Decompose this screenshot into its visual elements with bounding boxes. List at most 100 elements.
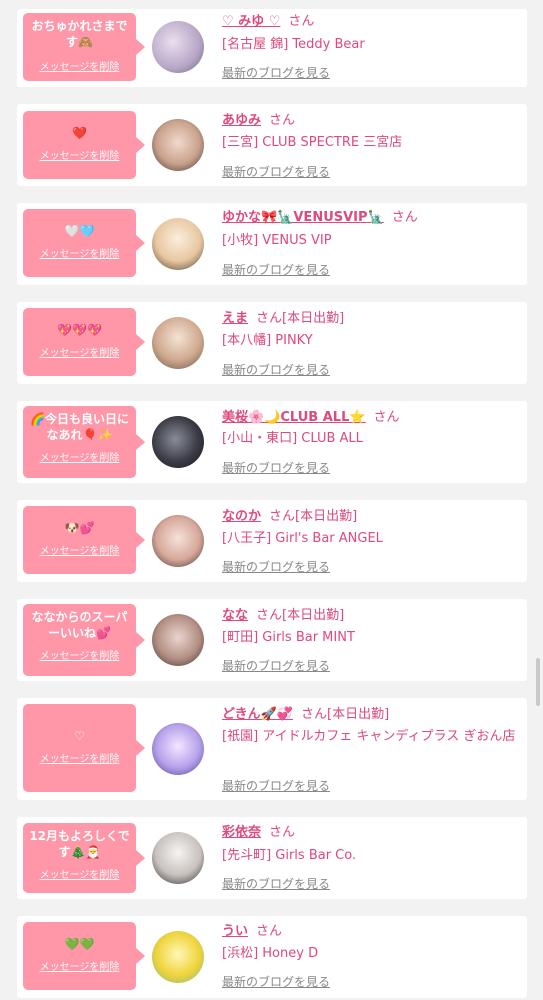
delete-message-button[interactable]: メッセージを削除 [23,958,136,973]
name-line: 美桜🌸🌙CLUB ALL⭐ さん [222,409,521,427]
latest-blog-link[interactable]: 最新のブログを見る [222,361,330,378]
san-label: さん [300,707,327,722]
message-card: 12月もよろしくです🎄🎅 メッセージを削除 彩依奈 さん [先斗町] Girls … [17,817,527,899]
message-text: ❤️ [72,126,87,140]
cast-name-link[interactable]: 彩依奈 [222,825,261,840]
message-bubble: 🤍🩵 メッセージを削除 [23,209,145,277]
message-card: 🐶💕 メッセージを削除 なのか さん[本日出勤] [八王子] Girl's Bar… [17,500,527,582]
avatar[interactable] [152,21,204,73]
shop-name: [祇園] アイドルカフェ キャンディプラス ぎおん店 [222,729,516,744]
name-line: うい さん [222,923,521,941]
cast-name-link[interactable]: ♡ みゆ ♡ [222,14,280,29]
message-bubble: ♡ メッセージを削除 [23,704,145,792]
avatar[interactable] [152,931,204,983]
latest-blog-link[interactable]: 最新のブログを見る [222,459,330,476]
message-bubble: 💖💖💖 メッセージを削除 [23,308,145,376]
message-text: 💚💚 [64,937,95,951]
latest-blog-link[interactable]: 最新のブログを見る [222,261,330,278]
cast-name-link[interactable]: うい [222,924,248,939]
message-card: 🌈今日も良い日になあれ🎈✨ メッセージを削除 美桜🌸🌙CLUB ALL⭐ さん [… [17,401,527,483]
avatar[interactable] [152,119,204,171]
shop-name: [八王子] Girl's Bar ANGEL [222,531,383,546]
delete-message-button[interactable]: メッセージを削除 [23,147,136,162]
delete-message-button[interactable]: メッセージを削除 [23,866,136,881]
latest-blog-link[interactable]: 最新のブログを見る [222,64,330,81]
shop-name: [名古屋 錦] Teddy Bear [222,37,365,52]
delete-message-button[interactable]: メッセージを削除 [23,344,136,359]
san-label: さん [269,509,296,524]
message-card: 🤍🩵 メッセージを削除 ゆかな🎀🗽VENUSVIP🗽 さん [小牧] VENUS … [17,203,527,285]
avatar[interactable] [152,416,204,468]
shop-name: [小牧] VENUS VIP [222,233,332,248]
message-text: 🐶💕 [64,521,95,535]
message-text: 💖💖💖 [57,323,102,337]
cast-name-link[interactable]: 美桜🌸🌙CLUB ALL⭐ [222,410,366,425]
san-label: さん [256,924,283,939]
message-bubble: 🐶💕 メッセージを削除 [23,506,145,574]
cast-name-link[interactable]: どきん🚀💞 [222,707,293,722]
name-line: あゆみ さん [222,112,521,130]
message-text: ♡ [74,729,85,743]
message-card: ❤️ メッセージを削除 あゆみ さん [三宮] CLUB SPECTRE 三宮店 … [17,104,527,186]
message-card: ななからのスーパーいいね💕 メッセージを削除 なな さん[本日出勤] [町田] G… [17,599,527,681]
latest-blog-link[interactable]: 最新のブログを見る [222,875,330,892]
name-line: 彩依奈 さん [222,824,521,842]
message-bubble: 12月もよろしくです🎄🎅 メッセージを削除 [23,823,145,893]
san-label: さん [256,311,283,326]
name-line: ♡ みゆ ♡ さん [222,13,521,31]
scrollbar-thumb[interactable] [536,658,540,706]
shop-name: [町田] Girls Bar MINT [222,630,355,645]
message-list: おちゅかれさまです🙈 メッセージを削除 ♡ みゆ ♡ さん [名古屋 錦] Ted… [0,0,543,1000]
cast-name-link[interactable]: あゆみ [222,113,261,128]
status-label: [本日出勤] [327,707,390,722]
shop-name: [小山・東口] CLUB ALL [222,431,363,446]
status-label: [本日出勤] [282,608,345,623]
san-label: さん [288,14,315,29]
message-bubble: 💚💚 メッセージを削除 [23,922,145,990]
cast-name-link[interactable]: ゆかな🎀🗽VENUSVIP🗽 [222,210,384,225]
message-text: おちゅかれさまです🙈 [31,19,128,49]
name-line: どきん🚀💞 さん[本日出勤] [222,706,521,724]
delete-message-button[interactable]: メッセージを削除 [23,58,136,73]
shop-name: [先斗町] Girls Bar Co. [222,848,357,863]
latest-blog-link[interactable]: 最新のブログを見る [222,777,330,794]
san-label: さん [269,113,296,128]
message-card: 💖💖💖 メッセージを削除 えま さん[本日出勤] [本八幡] PINKY 最新のブ… [17,302,527,384]
latest-blog-link[interactable]: 最新のブログを見る [222,657,330,674]
message-bubble: ななからのスーパーいいね💕 メッセージを削除 [23,604,145,676]
avatar[interactable] [152,614,204,666]
delete-message-button[interactable]: メッセージを削除 [23,449,136,464]
shop-name: [浜松] Honey D [222,946,319,961]
avatar[interactable] [152,723,204,775]
avatar[interactable] [152,515,204,567]
message-bubble: 🌈今日も良い日になあれ🎈✨ メッセージを削除 [23,406,145,478]
delete-message-button[interactable]: メッセージを削除 [23,245,136,260]
cast-name-link[interactable]: なのか [222,509,261,524]
message-text: 12月もよろしくです🎄🎅 [29,829,130,859]
avatar[interactable] [152,317,204,369]
name-line: ゆかな🎀🗽VENUSVIP🗽 さん [222,209,521,227]
san-label: さん [373,410,400,425]
latest-blog-link[interactable]: 最新のブログを見る [222,558,330,575]
message-text: 🤍🩵 [64,224,95,238]
avatar[interactable] [152,218,204,270]
message-card: ♡ メッセージを削除 どきん🚀💞 さん[本日出勤] [祇園] アイドルカフェ キャ… [17,698,527,800]
name-line: なのか さん[本日出勤] [222,508,521,526]
name-line: なな さん[本日出勤] [222,607,521,625]
delete-message-button[interactable]: メッセージを削除 [23,647,136,662]
message-bubble: ❤️ メッセージを削除 [23,111,145,179]
delete-message-button[interactable]: メッセージを削除 [23,542,136,557]
message-bubble: おちゅかれさまです🙈 メッセージを削除 [23,13,145,81]
status-label: [本日出勤] [295,509,358,524]
message-card: おちゅかれさまです🙈 メッセージを削除 ♡ みゆ ♡ さん [名古屋 錦] Ted… [17,9,527,87]
name-line: えま さん[本日出勤] [222,310,521,328]
message-text: ななからのスーパーいいね💕 [31,610,128,640]
message-card: 💚💚 メッセージを削除 うい さん [浜松] Honey D 最新のブログを見る [17,916,527,998]
shop-name: [三宮] CLUB SPECTRE 三宮店 [222,135,403,150]
cast-name-link[interactable]: えま [222,311,248,326]
latest-blog-link[interactable]: 最新のブログを見る [222,163,330,180]
cast-name-link[interactable]: なな [222,608,248,623]
avatar[interactable] [152,832,204,884]
delete-message-button[interactable]: メッセージを削除 [23,750,136,765]
latest-blog-link[interactable]: 最新のブログを見る [222,973,330,990]
